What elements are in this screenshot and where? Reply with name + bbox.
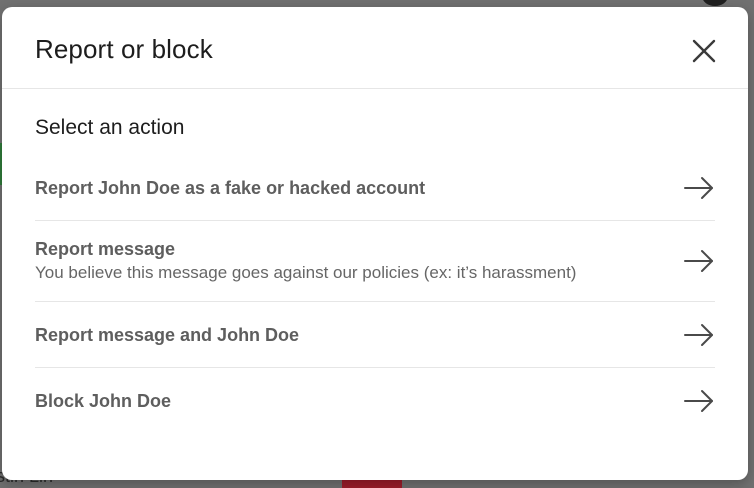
report-or-block-dialog: Report or block Select an action Report … [2, 7, 748, 480]
dialog-body: Select an action Report John Doe as a fa… [2, 113, 748, 433]
arrow-right-icon [684, 323, 713, 346]
action-text: Report message and John Doe [35, 324, 299, 346]
action-label: Block John Doe [35, 390, 172, 411]
action-label: Report message [35, 239, 176, 259]
action-report-account[interactable]: Report John Doe as a fake or hacked acco… [35, 155, 715, 221]
arrow-right-icon [684, 389, 713, 412]
action-text: Block John Doe [35, 390, 171, 412]
action-text: Report John Doe as a fake or hacked acco… [35, 177, 425, 199]
action-label: Report John Doe as a fake or hacked acco… [35, 177, 426, 198]
arrow-right-icon [684, 176, 713, 199]
close-icon [692, 39, 716, 63]
arrow-right-icon [684, 250, 713, 272]
action-label: Report message and John Doe [35, 324, 300, 345]
action-report-message[interactable]: Report message You believe this message … [35, 221, 715, 302]
section-heading: Select an action [35, 116, 185, 139]
action-description: You believe this message goes against ou… [35, 263, 577, 282]
dialog-title: Report or block [35, 34, 213, 64]
action-text: Report message You believe this message … [35, 238, 576, 284]
background-avatar [702, 0, 728, 6]
close-button[interactable] [684, 31, 724, 71]
dialog-header: Report or block [2, 7, 748, 89]
action-report-message-and-user[interactable]: Report message and John Doe [35, 302, 715, 368]
action-list: Report John Doe as a fake or hacked acco… [35, 155, 715, 433]
action-block-user[interactable]: Block John Doe [35, 368, 715, 433]
